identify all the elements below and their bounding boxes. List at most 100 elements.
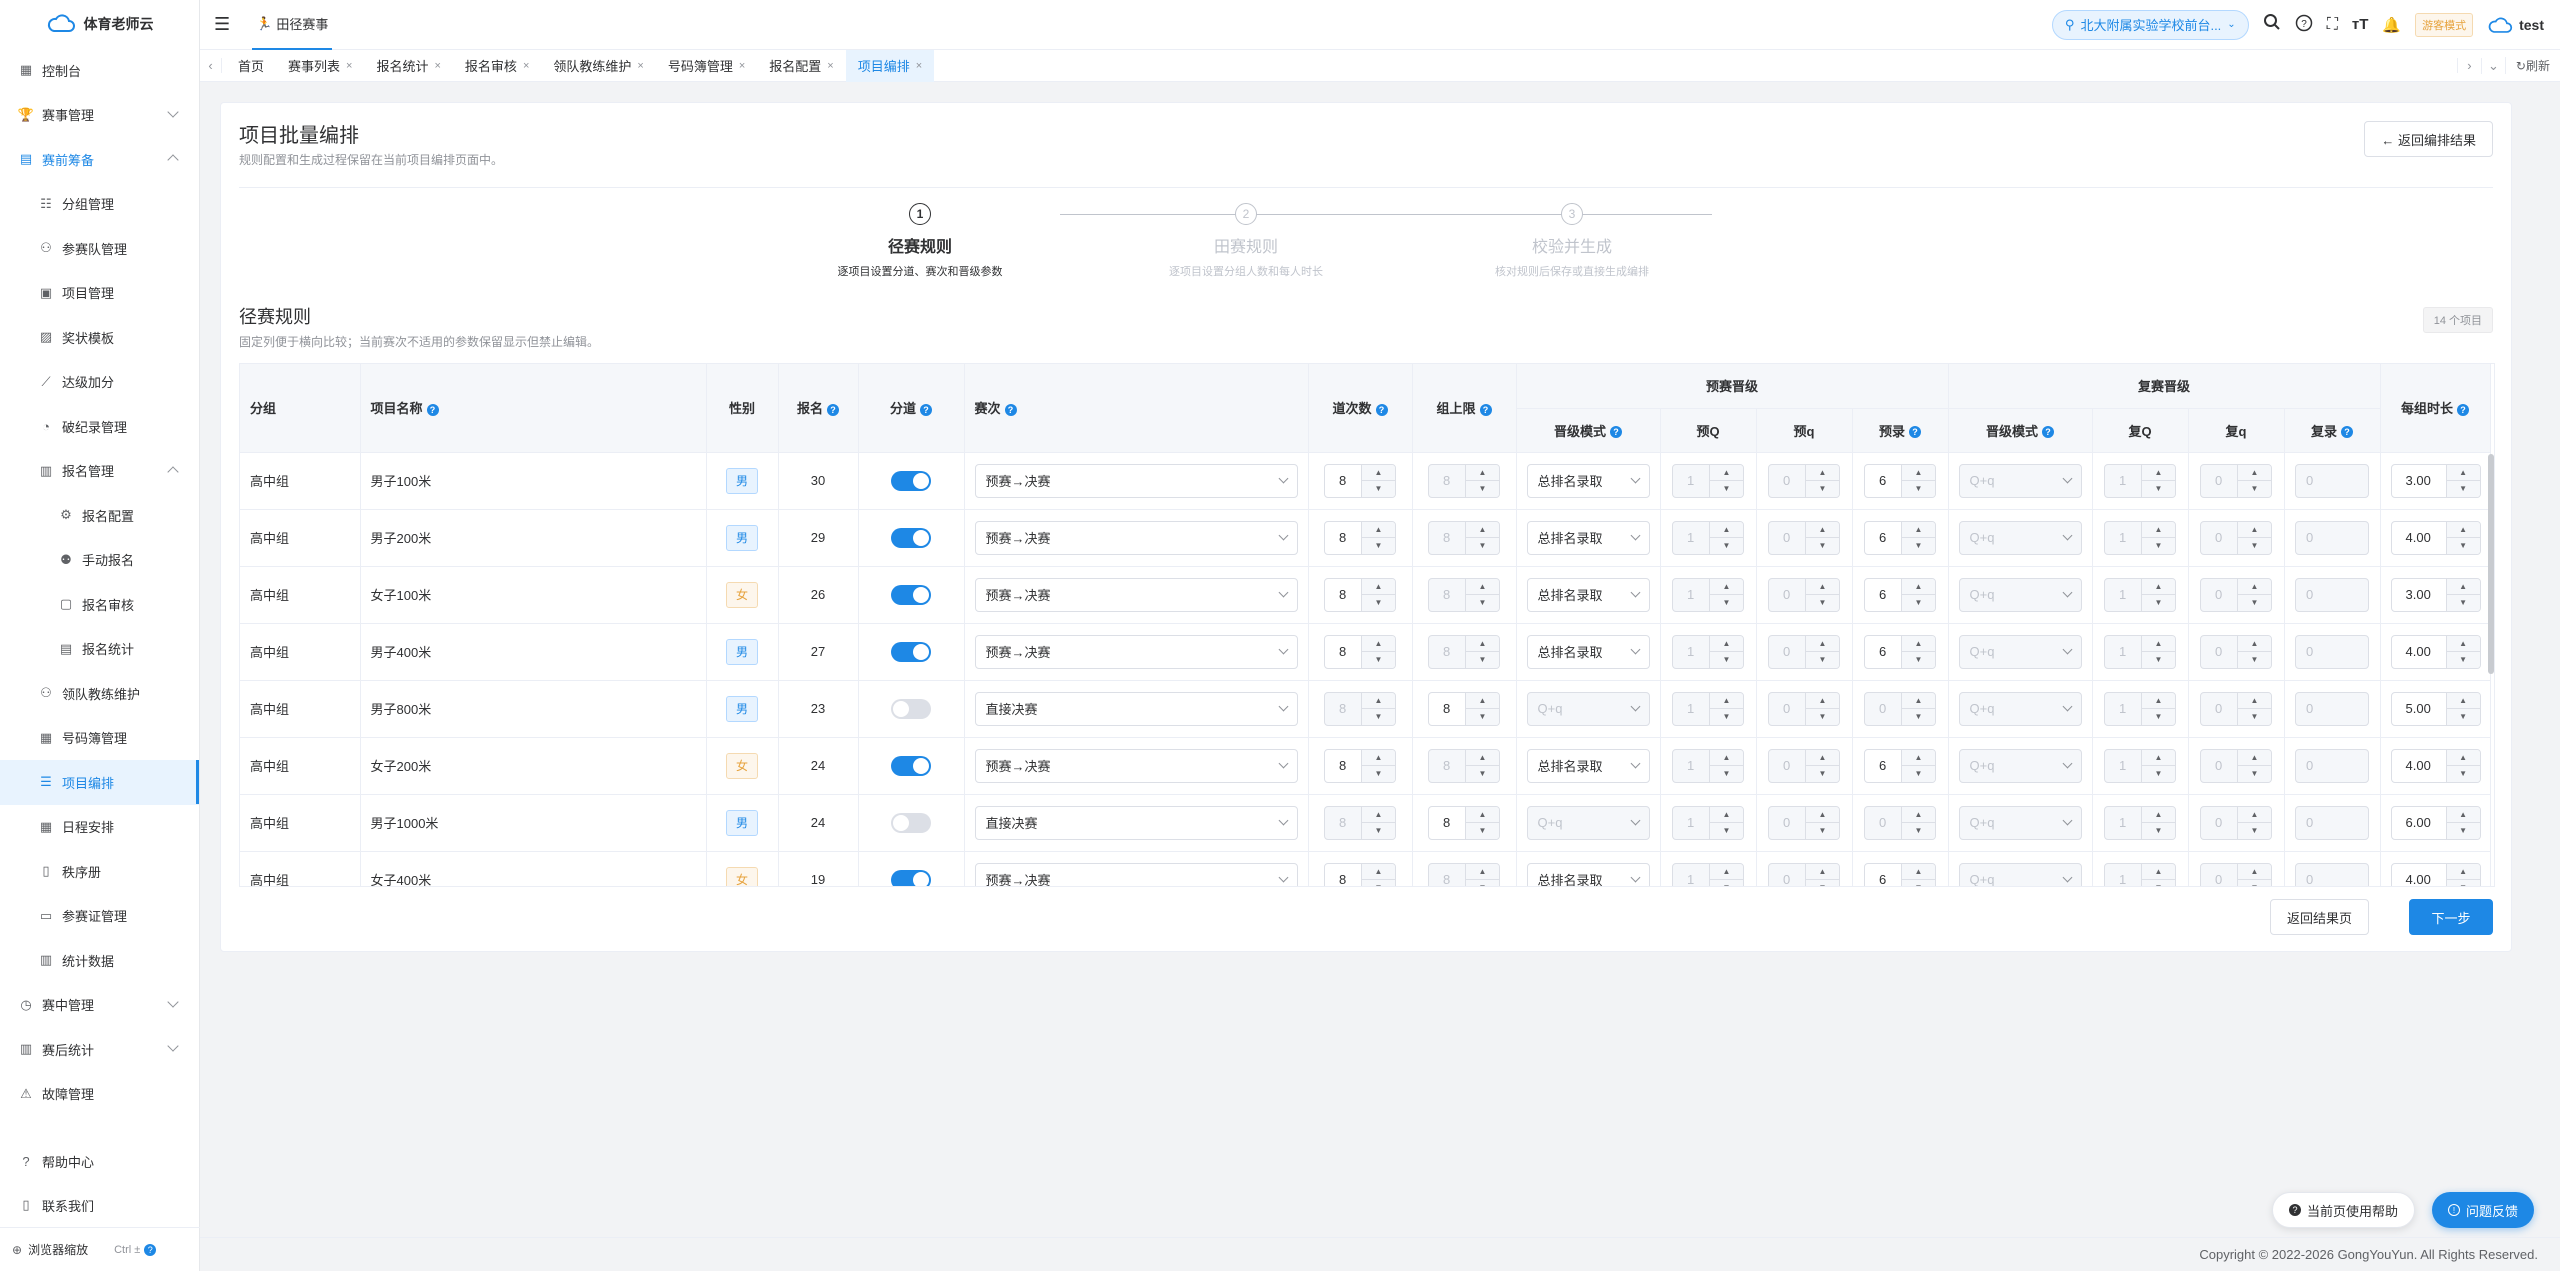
- close-icon[interactable]: ×: [916, 60, 922, 72]
- sidebar-item-12[interactable]: ▢ 报名审核: [0, 582, 199, 627]
- sidebar-item-11[interactable]: ⚉ 手动报名: [0, 538, 199, 583]
- sidebar-item-17[interactable]: ▦ 日程安排: [0, 805, 199, 850]
- bell-icon[interactable]: 🔔: [2382, 16, 2401, 34]
- tab-5[interactable]: 号码簿管理 ×: [656, 50, 757, 82]
- sidebar-item-8[interactable]: ◔ 破纪录管理: [0, 404, 199, 449]
- number-stepper[interactable]: 5.00 ▲ ▼: [2390, 691, 2481, 726]
- lane-toggle[interactable]: [891, 698, 931, 719]
- number-stepper[interactable]: 3.00 ▲ ▼: [2390, 463, 2481, 498]
- lane-toggle[interactable]: [891, 812, 931, 833]
- number-stepper[interactable]: 4.00▲▼: [2390, 748, 2481, 783]
- table-scrollbar[interactable]: [2488, 454, 2494, 674]
- number-stepper[interactable]: 8▲▼: [1324, 577, 1396, 612]
- number-stepper[interactable]: 6▲▼: [1864, 748, 1936, 783]
- tourist-mode-badge[interactable]: 游客模式: [2415, 12, 2474, 37]
- sidebar-item-13[interactable]: ▤ 报名统计: [0, 627, 199, 672]
- close-icon[interactable]: ×: [434, 60, 440, 72]
- feedback-button[interactable]: ! 问题反馈: [2432, 1192, 2535, 1228]
- select[interactable]: 预赛→决赛: [974, 463, 1298, 498]
- school-selector[interactable]: ⚲ 北大附属实验学校前台... ⌄: [2051, 9, 2249, 40]
- sidebar-item-9[interactable]: ▥ 报名管理: [0, 449, 199, 494]
- sidebar-item-6[interactable]: ▨ 奖状模板: [0, 315, 199, 360]
- menu-toggle-icon[interactable]: ☰: [214, 14, 230, 35]
- tab-4[interactable]: 领队教练维护 ×: [541, 50, 655, 82]
- select[interactable]: 预赛→决赛: [974, 577, 1298, 612]
- sidebar-item-19[interactable]: ▭ 参赛证管理: [0, 894, 199, 939]
- sidebar-item-7[interactable]: ⟋ 达级加分: [0, 360, 199, 405]
- number-stepper[interactable]: 6▲▼: [1864, 634, 1936, 669]
- sidebar-item-14[interactable]: ⚇ 领队教练维护: [0, 671, 199, 716]
- sidebar-item-23[interactable]: ⚠ 故障管理: [0, 1072, 199, 1117]
- sidebar-item-5[interactable]: ▣ 项目管理: [0, 271, 199, 316]
- sidebar-item-4[interactable]: ⚇ 参赛队管理: [0, 226, 199, 271]
- select[interactable]: 预赛→决赛: [974, 634, 1298, 669]
- select[interactable]: 直接决赛: [974, 691, 1298, 726]
- sidebar-item-2[interactable]: ▤ 赛前筹备: [0, 137, 199, 182]
- tab-6[interactable]: 报名配置 ×: [757, 50, 845, 82]
- lane-toggle[interactable]: [891, 641, 931, 662]
- lane-toggle[interactable]: [891, 527, 931, 548]
- lane-toggle[interactable]: [891, 869, 931, 886]
- tab-1[interactable]: 赛事列表 ×: [276, 50, 364, 82]
- search-icon[interactable]: [2263, 13, 2281, 36]
- font-size-icon[interactable]: тT: [2352, 16, 2369, 33]
- number-stepper[interactable]: 8▲▼: [1324, 520, 1396, 555]
- lane-toggle[interactable]: [891, 584, 931, 605]
- back-result-page-button[interactable]: 返回结果页: [2269, 899, 2369, 935]
- logo[interactable]: 体育老师云: [0, 0, 199, 48]
- select[interactable]: 预赛→决赛: [974, 862, 1298, 886]
- sidebar-item-16[interactable]: ☰ 项目编排: [0, 760, 199, 805]
- number-stepper[interactable]: 8▲▼: [1324, 748, 1396, 783]
- select[interactable]: 预赛→决赛: [974, 748, 1298, 783]
- tab-2[interactable]: 报名统计 ×: [364, 50, 452, 82]
- select[interactable]: 总排名录取: [1526, 577, 1650, 612]
- select[interactable]: 直接决赛: [974, 805, 1298, 840]
- close-icon[interactable]: ×: [346, 60, 352, 72]
- number-stepper[interactable]: 8▲▼: [1324, 463, 1396, 498]
- number-stepper[interactable]: 3.00 ▲ ▼: [2390, 577, 2481, 612]
- number-stepper[interactable]: 8▲▼: [1428, 691, 1500, 726]
- number-stepper[interactable]: 4.00▲▼: [2390, 862, 2481, 886]
- next-step-button[interactable]: 下一步: [2409, 899, 2493, 935]
- page-help-button[interactable]: ? 当前页使用帮助: [2272, 1192, 2416, 1228]
- sidebar-item-0[interactable]: ▦ 控制台: [0, 48, 199, 93]
- refresh-button[interactable]: ↻刷新: [2504, 57, 2560, 74]
- lane-toggle[interactable]: [891, 755, 931, 776]
- contact-us-link[interactable]: ▯ 联系我们: [0, 1183, 200, 1227]
- lane-toggle[interactable]: [891, 470, 931, 491]
- select[interactable]: 总排名录取: [1526, 463, 1650, 498]
- number-stepper[interactable]: 8▲▼: [1324, 634, 1396, 669]
- number-stepper[interactable]: 4.00▲▼: [2390, 520, 2481, 555]
- user-avatar[interactable]: test: [2487, 16, 2544, 34]
- select[interactable]: 总排名录取: [1526, 862, 1650, 886]
- number-stepper[interactable]: 6.00 ▲ ▼: [2390, 805, 2481, 840]
- number-stepper[interactable]: 6▲▼: [1864, 520, 1936, 555]
- sidebar-item-22[interactable]: ▥ 赛后统计: [0, 1027, 199, 1072]
- select[interactable]: 总排名录取: [1526, 520, 1650, 555]
- number-stepper[interactable]: 8▲▼: [1324, 862, 1396, 886]
- fullscreen-icon[interactable]: ⛶: [2327, 16, 2338, 34]
- close-icon[interactable]: ×: [827, 60, 833, 72]
- sidebar-item-20[interactable]: ▥ 统计数据: [0, 938, 199, 983]
- sidebar-item-3[interactable]: ☷ 分组管理: [0, 182, 199, 227]
- help-center-link[interactable]: ? 帮助中心: [0, 1139, 200, 1183]
- number-stepper[interactable]: 6▲▼: [1864, 577, 1936, 612]
- tabs-dropdown-icon[interactable]: ⌄: [2480, 57, 2505, 74]
- tab-3[interactable]: 报名审核 ×: [453, 50, 541, 82]
- tab-7[interactable]: 项目编排 ×: [845, 49, 935, 82]
- sidebar-item-1[interactable]: 🏆 赛事管理: [0, 93, 199, 138]
- zoom-help-icon[interactable]: ?: [144, 1243, 157, 1256]
- number-stepper[interactable]: 6▲▼: [1864, 862, 1936, 886]
- sidebar-item-15[interactable]: ▦ 号码簿管理: [0, 716, 199, 761]
- sidebar-item-18[interactable]: ▯ 秩序册: [0, 849, 199, 894]
- help-icon[interactable]: ?: [2295, 14, 2313, 35]
- tab-0[interactable]: 首页: [226, 50, 276, 82]
- number-stepper[interactable]: 4.00▲▼: [2390, 634, 2481, 669]
- number-stepper[interactable]: 6▲▼: [1864, 463, 1936, 498]
- select[interactable]: 总排名录取: [1526, 748, 1650, 783]
- sidebar-item-21[interactable]: ◷ 赛中管理: [0, 983, 199, 1028]
- close-icon[interactable]: ×: [739, 60, 745, 72]
- sidebar-item-10[interactable]: ⚙ 报名配置: [0, 493, 199, 538]
- number-stepper[interactable]: 8▲▼: [1428, 805, 1500, 840]
- close-icon[interactable]: ×: [523, 60, 529, 72]
